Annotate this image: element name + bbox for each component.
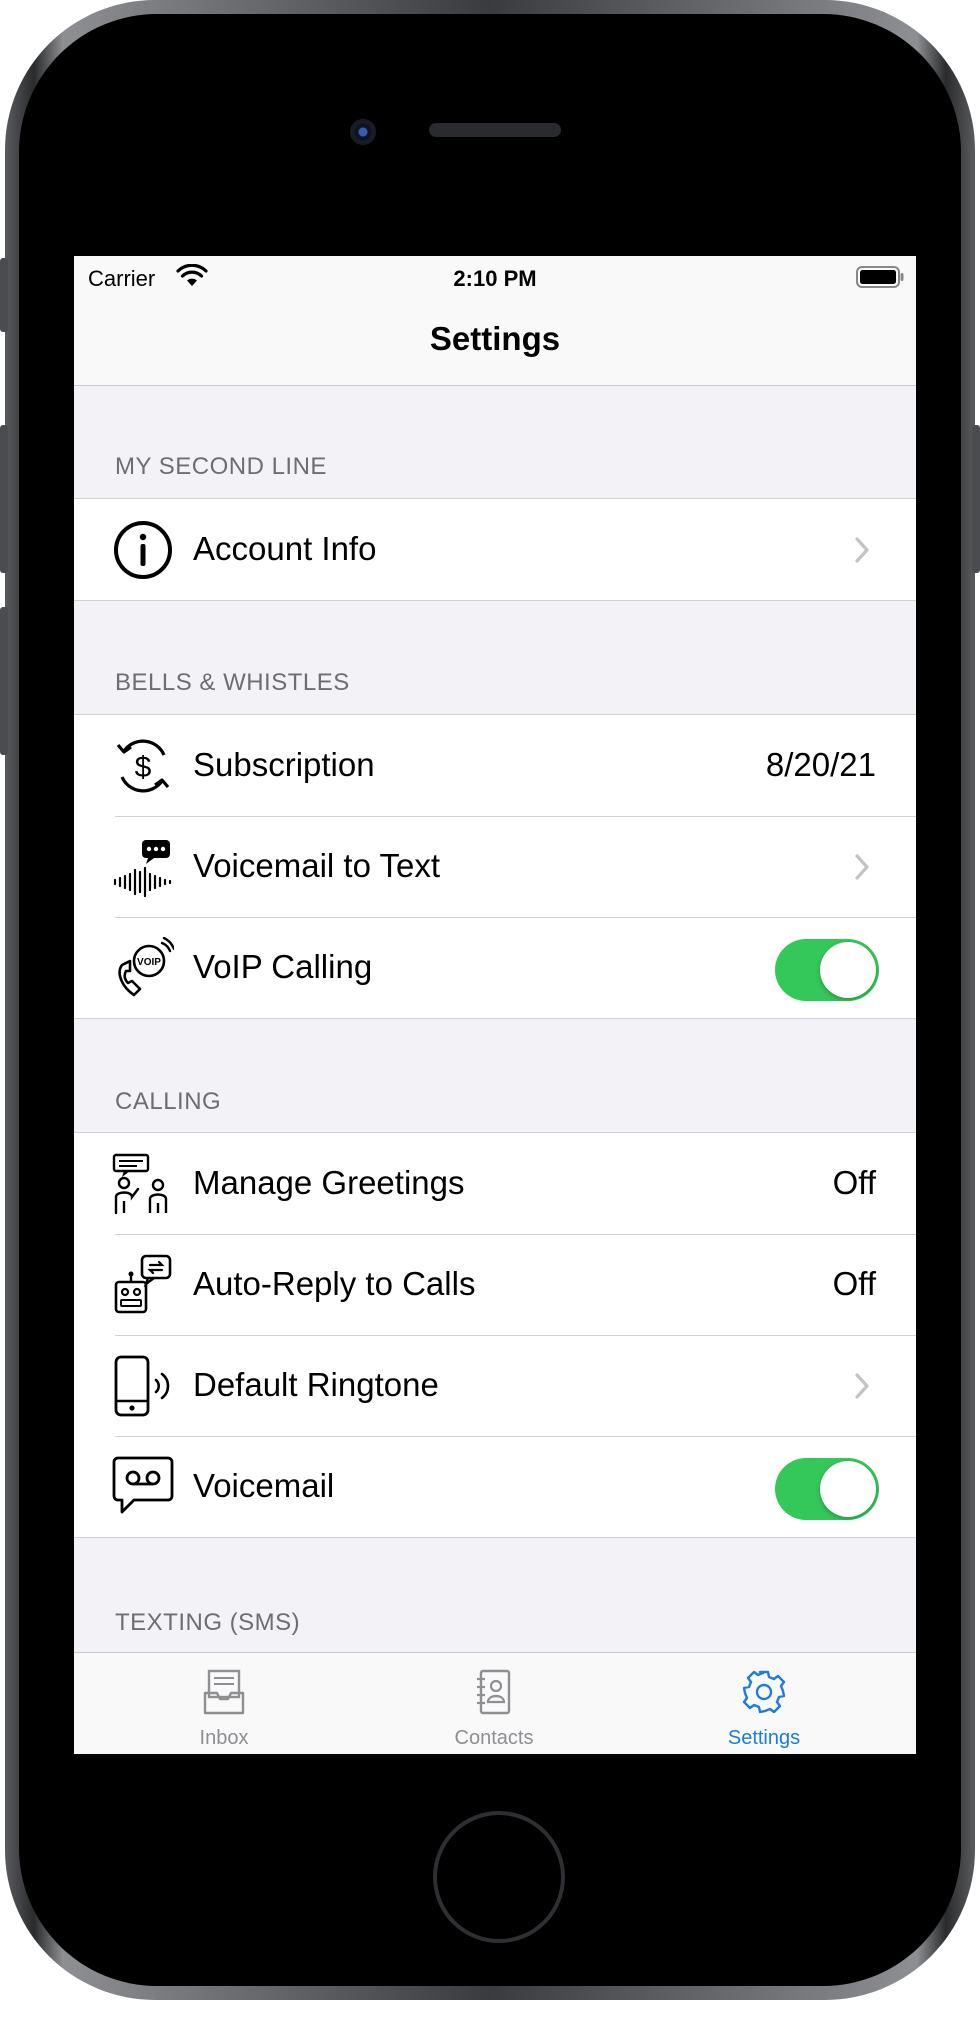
section-header-my-second-line: MY SECOND LINE: [115, 453, 327, 480]
voicemail-to-text-label: Voicemail to Text: [193, 847, 441, 884]
greeting-people-icon: [112, 1153, 168, 1215]
screen: Carrier 2:10 PM Settings MY SECOND LINE: [74, 256, 916, 1754]
tab-settings-label: Settings: [727, 1727, 801, 1749]
chevron-right-icon: [855, 1373, 869, 1399]
contacts-book-icon: [477, 1669, 511, 1715]
tab-contacts[interactable]: Contacts: [434, 1653, 554, 1754]
status-bar: Carrier 2:10 PM: [74, 256, 916, 298]
row-voicemail-to-text[interactable]: Voicemail to Text: [74, 816, 916, 917]
section-header-bells-whistles: BELLS & WHISTLES: [115, 669, 350, 696]
front-camera: [350, 119, 376, 145]
row-subscription[interactable]: $ Subscription 8/20/21: [74, 715, 916, 816]
gear-icon: [742, 1670, 786, 1714]
row-account-info[interactable]: Account Info: [74, 499, 916, 600]
status-time: 2:10 PM: [453, 266, 537, 291]
toggle-knob: [820, 942, 876, 998]
battery-icon: [856, 266, 904, 288]
page-title: Settings: [429, 320, 561, 357]
subscription-date: 8/20/21: [765, 746, 876, 783]
tab-contacts-label: Contacts: [454, 1727, 534, 1749]
voip-calling-toggle[interactable]: [775, 939, 879, 1001]
tab-settings[interactable]: Settings: [704, 1653, 824, 1754]
row-voicemail[interactable]: Voicemail: [74, 1436, 916, 1537]
phone-frame: Carrier 2:10 PM Settings MY SECOND LINE: [0, 0, 980, 2000]
subscription-label: Subscription: [193, 746, 375, 783]
voicemail-bubble-icon: [112, 1456, 174, 1514]
group-my-second-line: Account Info: [74, 498, 916, 601]
mute-switch: [0, 258, 8, 332]
ringing-phone-icon: [114, 1355, 170, 1417]
voicemail-toggle[interactable]: [775, 1458, 879, 1520]
auto-reply-value: Off: [832, 1265, 876, 1302]
voip-phone-icon: VOIP: [118, 937, 174, 997]
manage-greetings-value: Off: [832, 1164, 876, 1201]
volume-up-button: [0, 425, 8, 573]
power-button: [972, 425, 980, 573]
svg-text:$: $: [135, 751, 152, 784]
toggle-knob: [820, 1461, 876, 1517]
account-info-label: Account Info: [193, 530, 377, 567]
group-bells-whistles: $ Subscription 8/20/21 Voicemail to Text…: [74, 714, 916, 1019]
default-ringtone-label: Default Ringtone: [193, 1366, 439, 1403]
auto-reply-label: Auto-Reply to Calls: [193, 1265, 476, 1302]
home-button[interactable]: [433, 1811, 565, 1943]
row-voip-calling[interactable]: VOIP VoIP Calling: [74, 917, 916, 1018]
voicemail-transcript-icon: [113, 840, 172, 898]
svg-text:VOIP: VOIP: [137, 957, 161, 968]
robot-reply-icon: [114, 1254, 172, 1314]
voip-calling-label: VoIP Calling: [193, 948, 373, 985]
section-header-calling: CALLING: [115, 1088, 222, 1115]
earpiece-speaker: [429, 123, 561, 137]
manage-greetings-label: Manage Greetings: [193, 1164, 465, 1201]
info-icon: [114, 521, 172, 579]
dollar-cycle-icon: $: [116, 739, 170, 793]
tab-inbox-label: Inbox: [199, 1727, 249, 1749]
section-header-texting: TEXTING (SMS): [115, 1609, 301, 1636]
tab-inbox[interactable]: Inbox: [164, 1653, 284, 1754]
volume-down-button: [0, 607, 8, 755]
inbox-icon: [203, 1669, 245, 1715]
row-default-ringtone[interactable]: Default Ringtone: [74, 1335, 916, 1436]
row-manage-greetings[interactable]: Manage Greetings Off: [74, 1133, 916, 1234]
navigation-bar: Settings: [74, 298, 916, 386]
group-calling: Manage Greetings Off Auto-Reply to Calls: [74, 1132, 916, 1538]
tab-bar: Inbox Contacts Settings: [74, 1652, 916, 1754]
chevron-right-icon: [855, 537, 869, 563]
row-auto-reply[interactable]: Auto-Reply to Calls Off: [74, 1234, 916, 1335]
voicemail-label: Voicemail: [193, 1467, 335, 1504]
chevron-right-icon: [855, 854, 869, 880]
